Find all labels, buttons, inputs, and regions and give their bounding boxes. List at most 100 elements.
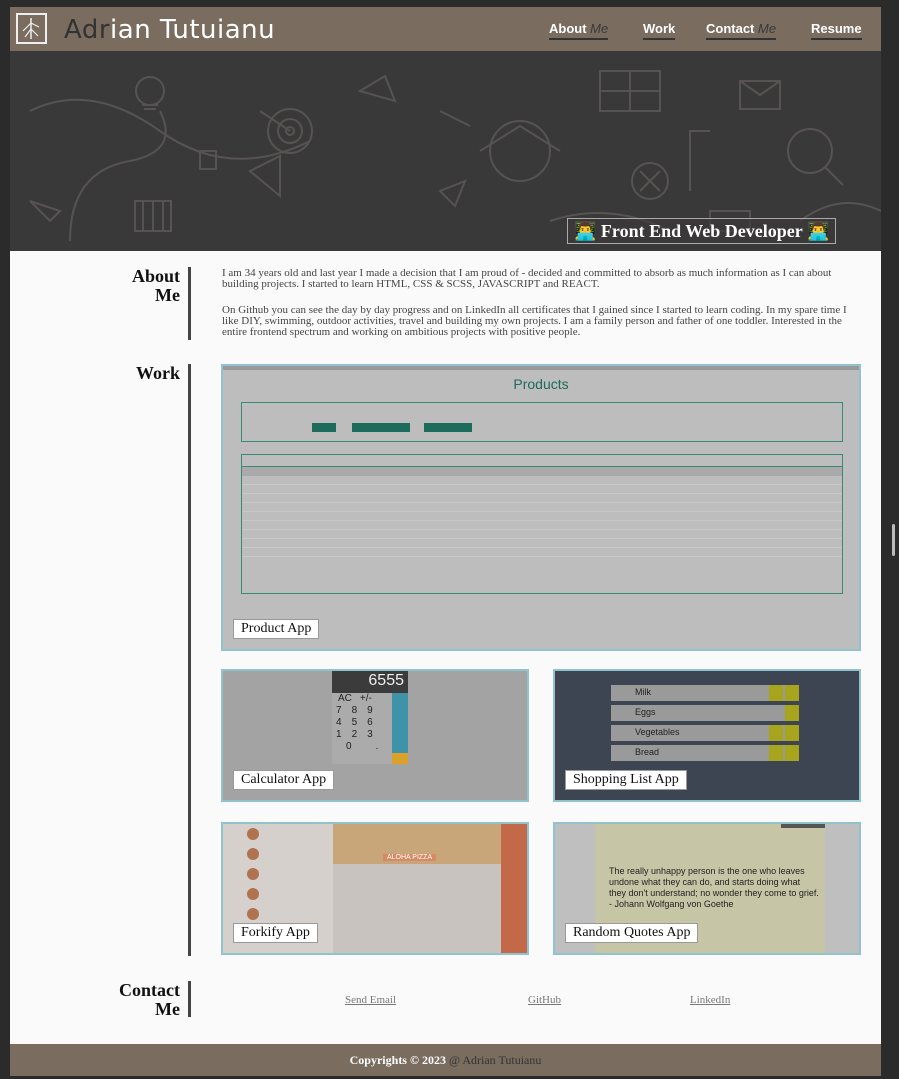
forkify-details-preview (333, 864, 501, 953)
shopping-item-text: Milk (635, 687, 651, 697)
shopping-list-app-label: Shopping List App (565, 770, 687, 790)
calc-key: 6 (367, 717, 373, 728)
about-paragraph-2: On Github you can see the day by day pro… (222, 304, 847, 338)
hero-badge-icon-left: 👨‍💻 (574, 221, 601, 241)
quote-text: The really unhappy person is the one who… (609, 866, 819, 909)
calculator-operator-column (392, 693, 408, 753)
about-divider (188, 267, 191, 340)
delete-icon (785, 685, 799, 701)
delete-icon (785, 745, 799, 761)
about-title: About Me (124, 267, 180, 305)
work-title: Work (135, 363, 180, 383)
recipe-thumbnail (247, 848, 259, 860)
check-icon (769, 745, 783, 761)
shopping-item: Bread (611, 745, 799, 761)
preview-button-2 (352, 423, 410, 432)
forkify-app-label: Forkify App (233, 923, 318, 943)
hero-badge: 👨‍💻 Front End Web Developer 👨‍💻 (567, 218, 837, 244)
calc-key: 9 (367, 705, 373, 716)
nav-link-about[interactable]: About Me (549, 21, 609, 40)
shopping-item-text: Vegetables (635, 727, 680, 737)
page: Adrian Tutuianu About Me Work Contact Me… (10, 7, 881, 1076)
brand-name: Adrian Tutuianu (64, 15, 275, 45)
nav-link-contact[interactable]: Contact Me (706, 21, 777, 40)
navbar: Adrian Tutuianu About Me Work Contact Me… (10, 7, 881, 51)
delete-icon (785, 705, 799, 721)
product-preview-title: Products (513, 376, 569, 392)
recipe-thumbnail (247, 828, 259, 840)
logo-icon (22, 18, 40, 39)
contact-title-line2: Me (155, 999, 180, 1019)
calc-key: 2 (351, 729, 358, 740)
brand-part-mid: ian Tutu (110, 15, 218, 45)
about-paragraph-1: I am 34 years old and last year I made a… (222, 267, 832, 290)
footer-author: @ Adrian Tutuianu (448, 1053, 542, 1067)
recipe-thumbnail (247, 888, 259, 900)
calc-key: 5 (351, 717, 358, 728)
preview-row (242, 503, 842, 512)
project-card-calculator-app[interactable]: 6555 AC +/- 789 456 123 0. Calculator App (221, 669, 529, 802)
shopping-list-preview: Milk Eggs Vegetables Bread (611, 685, 799, 761)
calculator-display: 6555 (332, 671, 408, 693)
brand-part-dim: Adr (64, 15, 111, 45)
scrollbar-thumb[interactable] (892, 524, 895, 556)
brand-part-end: ianu (217, 15, 276, 45)
contact-title-line1: Contact (119, 980, 180, 1000)
product-app-preview: Products (223, 366, 859, 649)
contact-divider (188, 981, 191, 1017)
project-card-shopping-list-app[interactable]: Milk Eggs Vegetables Bread Shopping List… (553, 669, 861, 802)
preview-row (242, 548, 842, 557)
project-card-random-quotes-app[interactable]: The really unhappy person is the one who… (553, 822, 861, 955)
forkify-pizza-image: ALOHA PIZZA (333, 824, 501, 864)
pizza-banner: ALOHA PIZZA (383, 854, 437, 861)
nav-link-resume[interactable]: Resume (811, 21, 862, 40)
nav-link-resume-main: Resume (811, 21, 862, 36)
linkedin-link[interactable]: LinkedIn (690, 994, 730, 1006)
shopping-item-text: Eggs (635, 707, 656, 717)
nav-link-contact-main: Contact (706, 21, 755, 36)
nav-link-about-sub: Me (590, 21, 609, 36)
preview-filter-box (241, 402, 843, 442)
shopping-item-text: Bread (635, 747, 660, 757)
check-icon (769, 685, 783, 701)
project-card-product-app[interactable]: Products Product App (221, 364, 861, 651)
calc-key: 8 (351, 705, 358, 716)
calc-key: +/- (359, 693, 372, 704)
calc-key: 4 (336, 717, 342, 728)
calc-key: 1 (336, 729, 342, 740)
calc-key: 0 (346, 741, 352, 752)
calculator-keys: AC +/- 789 456 123 0. (332, 693, 392, 753)
shopping-item: Milk (611, 685, 799, 701)
delete-icon (785, 725, 799, 741)
preview-row (242, 485, 842, 494)
preview-topbar (223, 366, 859, 370)
preview-row (242, 512, 842, 521)
footer-copyright: Copyrights © 2023 (349, 1053, 446, 1067)
calc-key: AC (338, 693, 352, 704)
preview-row (242, 539, 842, 548)
logo[interactable] (16, 13, 47, 44)
recipe-thumbnail (247, 868, 259, 880)
work-divider (188, 364, 191, 956)
nav-link-work[interactable]: Work (643, 21, 676, 40)
preview-row (242, 494, 842, 503)
nav-link-about-main: About (549, 21, 587, 36)
send-email-link[interactable]: Send Email (345, 994, 396, 1006)
hero-badge-icon-right: 👨‍💻 (802, 221, 830, 241)
recipe-thumbnail (247, 908, 259, 920)
preview-row (242, 476, 842, 485)
nav-link-work-main: Work (643, 21, 676, 36)
preview-row-selected (242, 467, 842, 476)
github-link[interactable]: GitHub (528, 994, 561, 1006)
calculator-app-label: Calculator App (233, 770, 335, 790)
project-card-forkify-app[interactable]: ALOHA PIZZA Forkify App (221, 822, 529, 955)
preview-row (242, 521, 842, 530)
shopping-item: Vegetables (611, 725, 799, 741)
preview-table (241, 454, 843, 594)
calc-key: 3 (367, 729, 373, 740)
calculator-preview: 6555 AC +/- 789 456 123 0. (332, 671, 408, 764)
preview-table-header (242, 455, 842, 467)
preview-button-1 (312, 423, 336, 432)
shopping-item: Eggs (611, 705, 799, 721)
product-app-label: Product App (233, 619, 320, 639)
